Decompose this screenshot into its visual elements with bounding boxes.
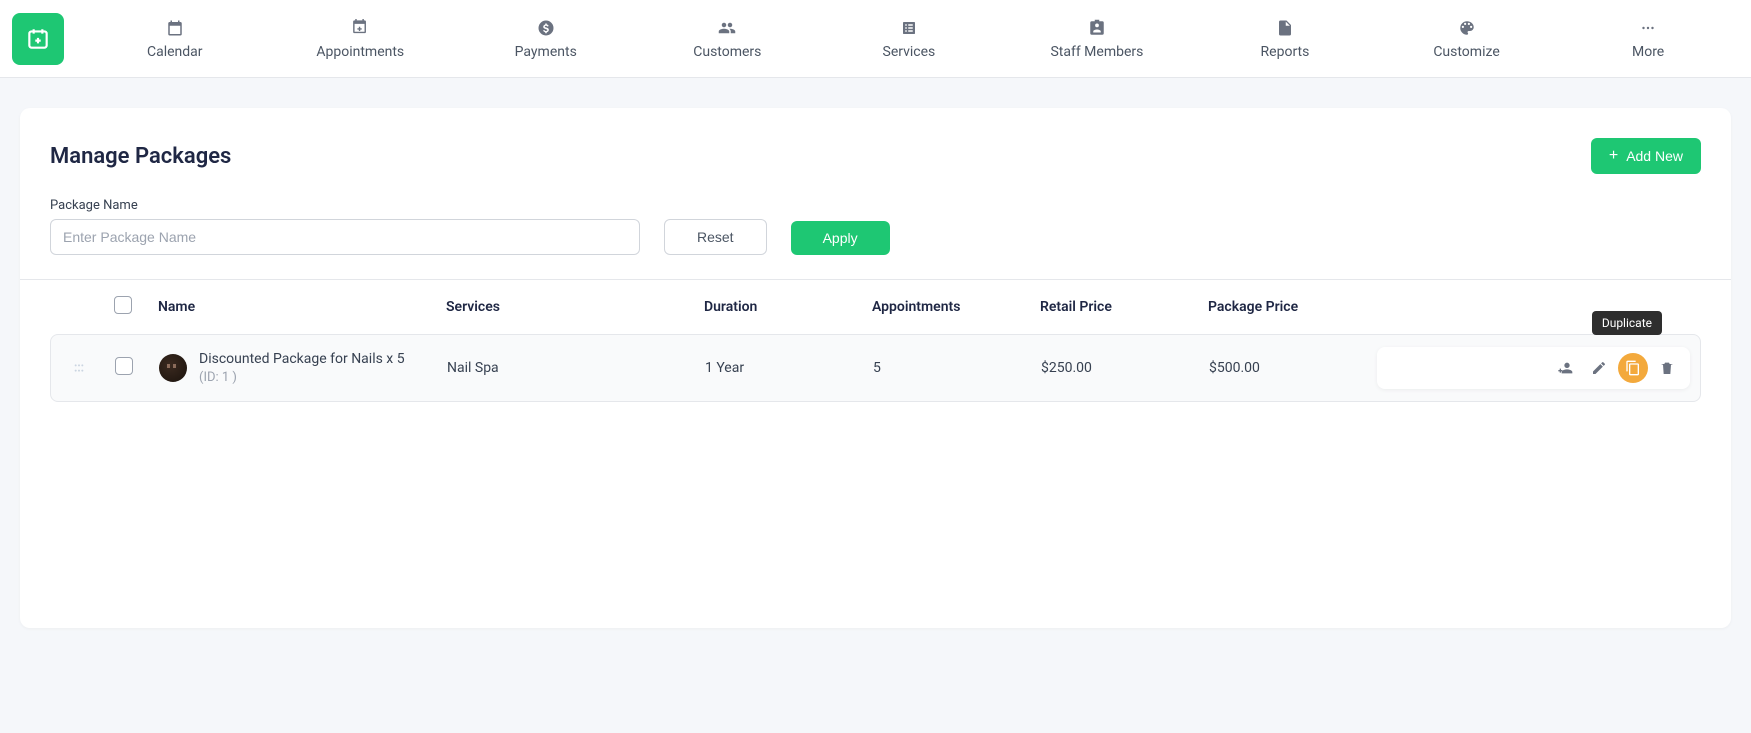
nav-customers[interactable]: Customers <box>677 12 777 66</box>
col-retail-price: Retail Price <box>1040 299 1200 315</box>
col-services: Services <box>446 299 696 315</box>
apply-button[interactable]: Apply <box>791 221 890 255</box>
cell-services: Nail Spa <box>447 360 697 376</box>
nav-label: Customize <box>1433 44 1499 60</box>
duplicate-button[interactable] <box>1618 353 1648 383</box>
nav-reports[interactable]: Reports <box>1235 12 1335 66</box>
nav-label: Appointments <box>316 44 404 60</box>
select-all-checkbox[interactable] <box>114 296 132 314</box>
package-id: (ID: 1 ) <box>199 369 405 387</box>
packages-card: Manage Packages + Add New Package Name R… <box>20 108 1731 628</box>
col-name: Name <box>158 299 438 315</box>
filter-row: Package Name Reset Apply <box>50 198 1701 255</box>
package-name-label: Package Name <box>50 198 640 213</box>
page-title: Manage Packages <box>50 144 231 169</box>
badge-icon <box>1087 18 1107 38</box>
dollar-icon <box>536 18 556 38</box>
cell-duration: 1 Year <box>705 360 865 376</box>
package-name-input[interactable] <box>50 219 640 255</box>
cell-package-price: $500.00 <box>1209 360 1369 376</box>
nav-services[interactable]: Services <box>859 12 959 66</box>
nav-payments[interactable]: Payments <box>496 12 596 66</box>
card-header: Manage Packages + Add New <box>50 138 1701 174</box>
palette-icon <box>1457 18 1477 38</box>
cell-retail-price: $250.00 <box>1041 360 1201 376</box>
nav-appointments[interactable]: Appointments <box>306 12 414 66</box>
nav-staff[interactable]: Staff Members <box>1040 12 1153 66</box>
nav-label: Staff Members <box>1050 44 1143 60</box>
add-new-label: Add New <box>1626 148 1683 164</box>
plus-icon: + <box>1609 148 1618 164</box>
nav-label: Reports <box>1261 44 1310 60</box>
app-logo[interactable] <box>12 13 64 65</box>
nav-more[interactable]: More <box>1598 12 1698 66</box>
package-name: Discounted Package for Nails x 5 <box>199 350 405 369</box>
col-package-price: Package Price <box>1208 299 1368 315</box>
row-checkbox[interactable] <box>115 357 133 375</box>
add-new-button[interactable]: + Add New <box>1591 138 1701 174</box>
row-actions: Duplicate <box>1377 347 1690 389</box>
cell-appointments: 5 <box>873 360 1033 376</box>
duplicate-tooltip: Duplicate <box>1592 311 1662 335</box>
nav-label: Calendar <box>147 44 203 60</box>
main-nav: Calendar Appointments Payments Customers… <box>84 12 1739 66</box>
nav-label: Services <box>883 44 936 60</box>
nav-label: Customers <box>693 44 761 60</box>
document-icon <box>1275 18 1295 38</box>
people-icon <box>717 18 737 38</box>
delete-button[interactable] <box>1652 353 1682 383</box>
table-header: Name Services Duration Appointments Reta… <box>50 280 1701 334</box>
edit-button[interactable] <box>1584 353 1614 383</box>
nav-label: More <box>1632 44 1664 60</box>
col-duration: Duration <box>704 299 864 315</box>
drag-handle[interactable] <box>51 360 107 376</box>
package-name-field: Package Name <box>50 198 640 255</box>
page: Manage Packages + Add New Package Name R… <box>0 78 1751 658</box>
reset-button[interactable]: Reset <box>664 219 767 255</box>
table-row: Discounted Package for Nails x 5 (ID: 1 … <box>50 334 1701 402</box>
nav-calendar[interactable]: Calendar <box>125 12 225 66</box>
package-avatar <box>159 354 187 382</box>
nav-label: Payments <box>515 44 577 60</box>
calendar-plus-icon <box>350 18 370 38</box>
calendar-icon <box>165 18 185 38</box>
nav-customize[interactable]: Customize <box>1417 12 1517 66</box>
col-appointments: Appointments <box>872 299 1032 315</box>
list-icon <box>899 18 919 38</box>
packages-table: Name Services Duration Appointments Reta… <box>20 279 1731 402</box>
more-icon <box>1638 18 1658 38</box>
assign-user-button[interactable] <box>1550 353 1580 383</box>
topbar: Calendar Appointments Payments Customers… <box>0 0 1751 78</box>
